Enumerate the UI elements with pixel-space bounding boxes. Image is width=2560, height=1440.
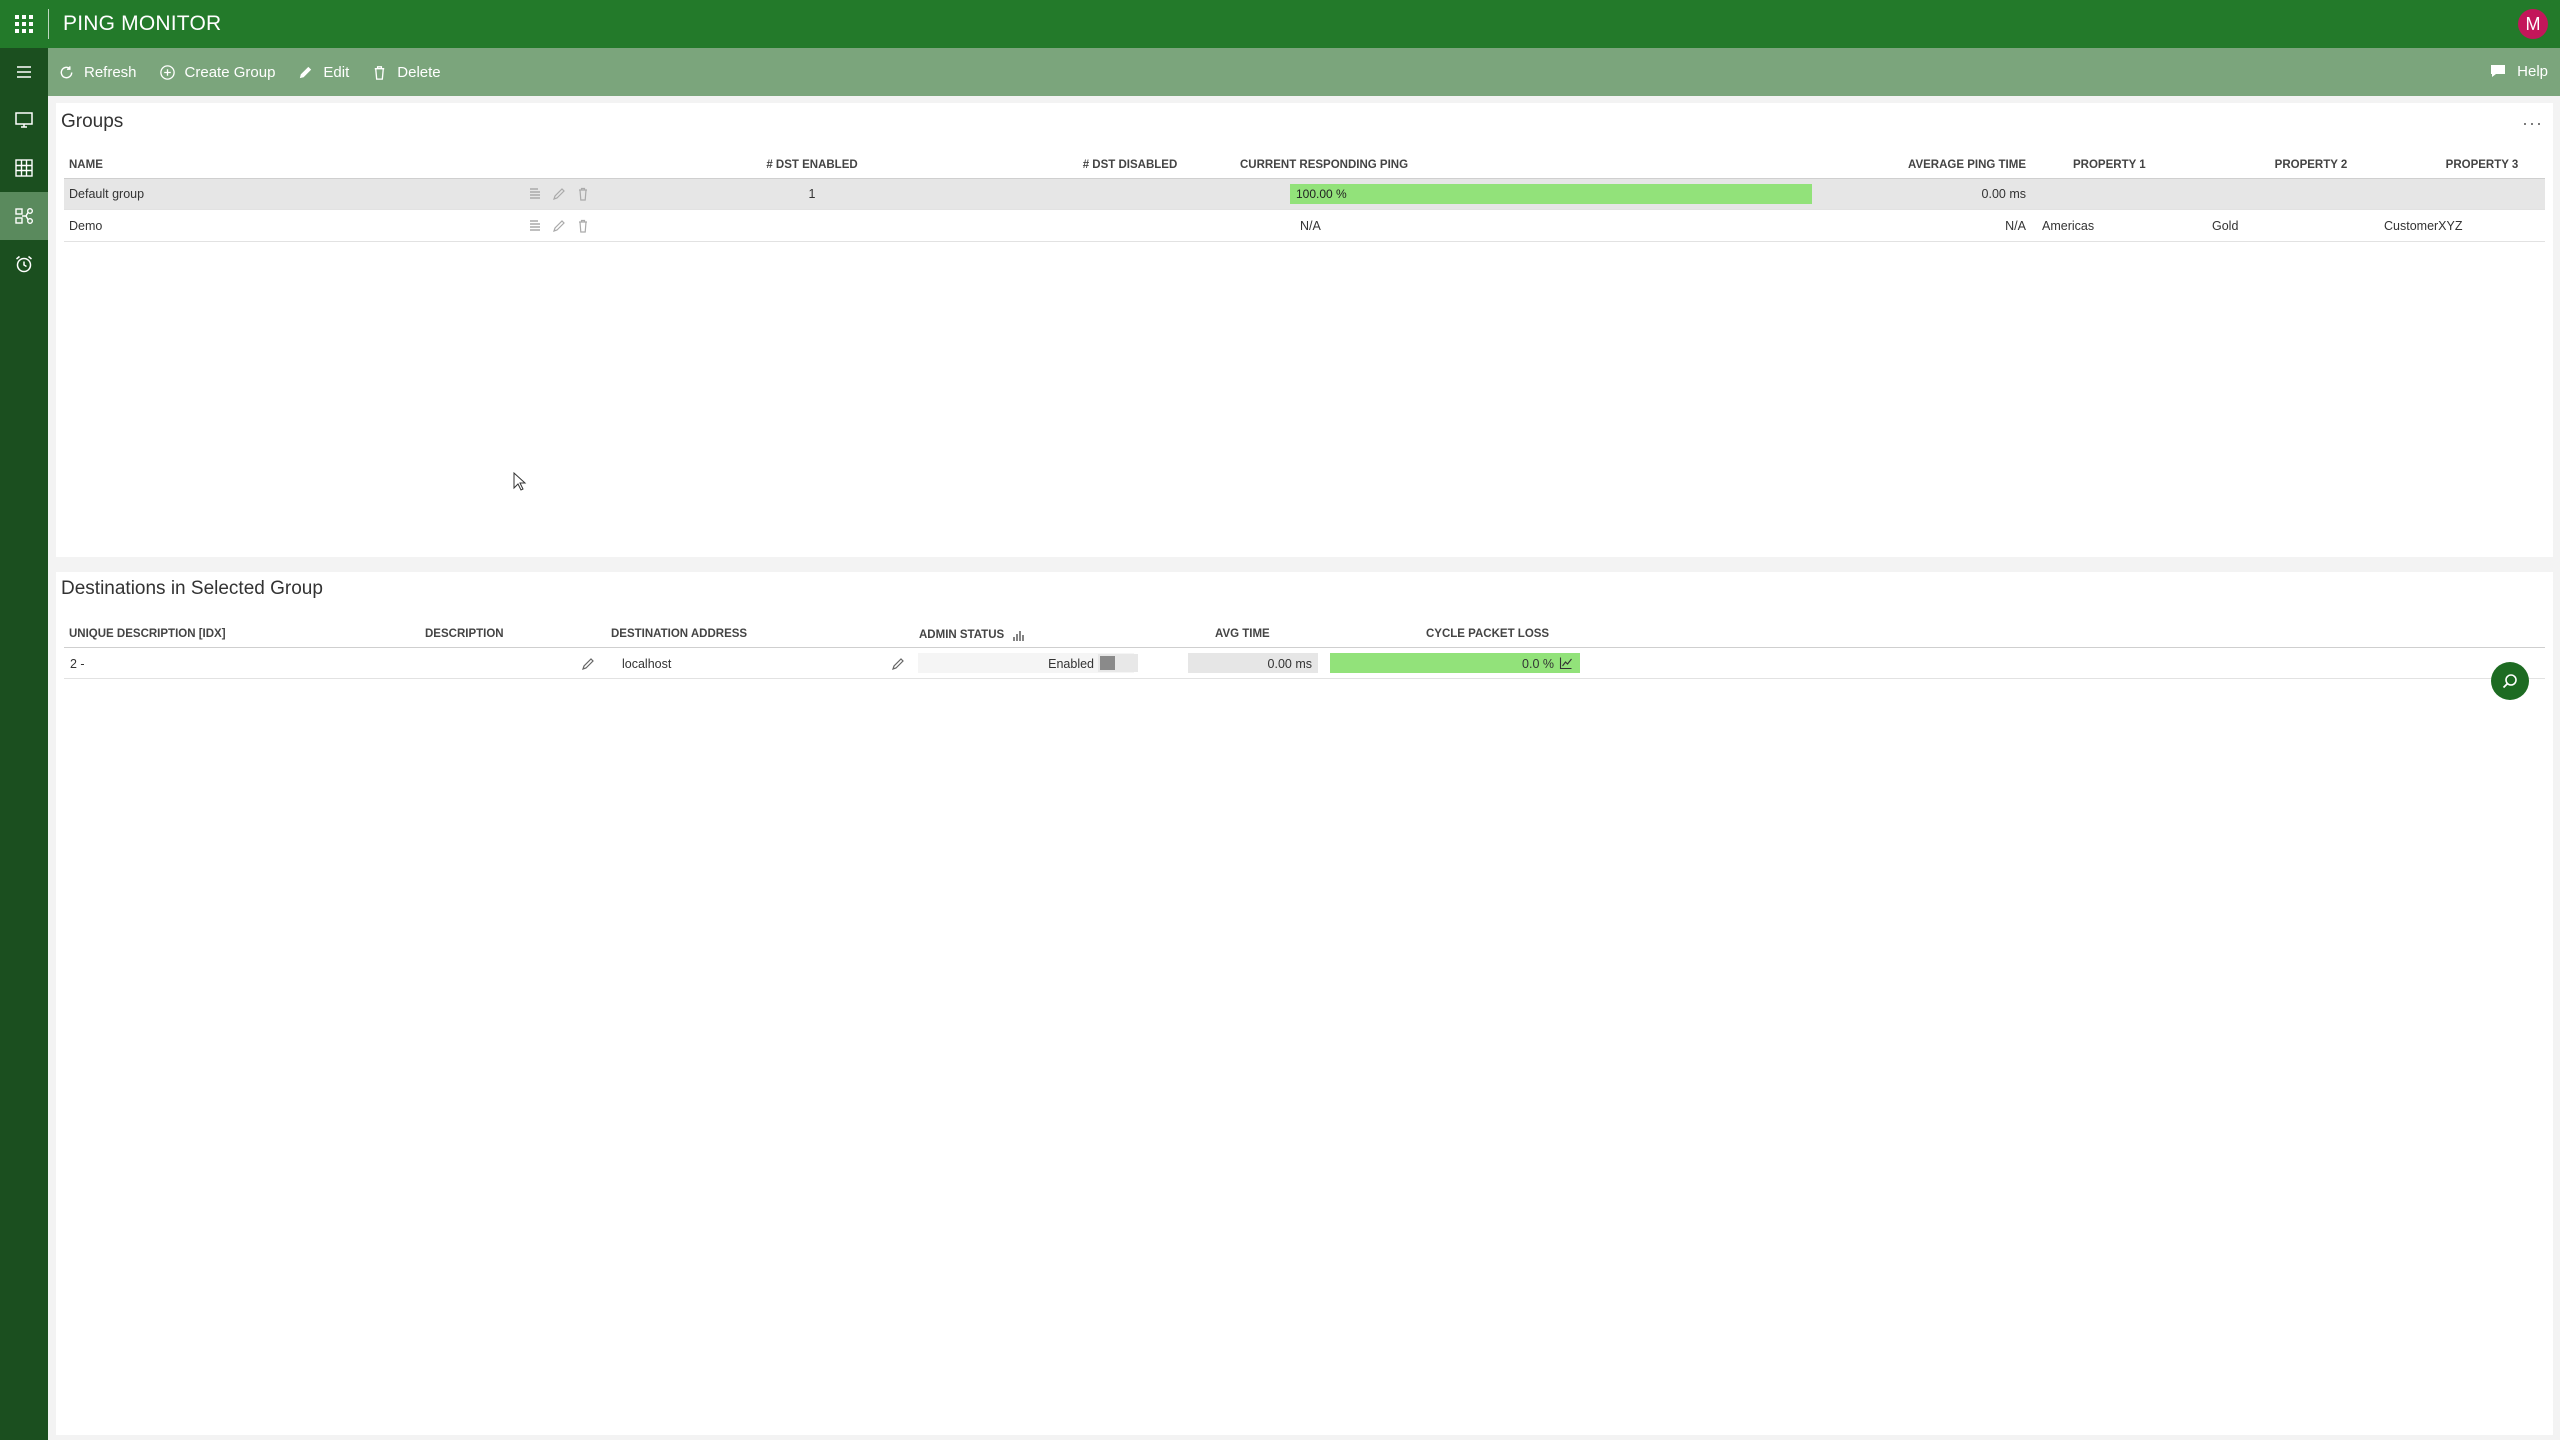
col-property-1[interactable]: PROPERTY 1 <box>2073 159 2146 171</box>
delete-label: Delete <box>397 63 441 81</box>
col-name[interactable]: NAME <box>69 159 103 171</box>
help-button[interactable]: Help <box>2489 62 2548 80</box>
pencil-icon <box>300 66 312 78</box>
current-ping-value: 100.00 % <box>1296 187 1347 201</box>
col-admin-status[interactable]: ADMIN STATUS <box>919 628 1026 642</box>
details-icon[interactable] <box>527 218 543 234</box>
help-chat-icon <box>2491 65 2506 77</box>
network-groups-icon[interactable] <box>0 192 48 240</box>
bar-chart-icon[interactable] <box>1012 628 1026 642</box>
trend-chart-icon[interactable] <box>1559 656 1573 670</box>
edit-label: Edit <box>323 63 350 81</box>
admin-status-cell: Enabled <box>918 653 1138 673</box>
create-group-label: Create Group <box>184 63 276 81</box>
col-property-3[interactable]: PROPERTY 3 <box>2382 159 2560 171</box>
add-circle-icon <box>159 64 175 80</box>
trash-icon[interactable] <box>575 218 591 234</box>
search-icon <box>2502 674 2517 689</box>
delete-button[interactable]: Delete <box>371 63 441 81</box>
current-ping-value: N/A <box>1300 219 1321 233</box>
col-destination-address[interactable]: DESTINATION ADDRESS <box>611 628 747 640</box>
col-current-ping[interactable]: CURRENT RESPONDING PING <box>1240 159 1408 171</box>
title-bar: PING MONITOR M <box>0 0 2560 48</box>
row-actions <box>527 218 591 234</box>
cycle-packet-loss-bar: 0.0 % <box>1330 653 1580 673</box>
groups-title: Groups <box>61 111 124 132</box>
destinations-title: Destinations in Selected Group <box>61 578 323 599</box>
search-fab-button[interactable] <box>2491 662 2529 700</box>
col-description[interactable]: DESCRIPTION <box>425 628 504 640</box>
command-bar: Refresh Create Group Edit Delete Help <box>48 48 2560 96</box>
app-launcher-icon[interactable] <box>0 0 48 48</box>
trash-icon[interactable] <box>575 186 591 202</box>
edit-address-pencil-icon[interactable] <box>890 656 906 672</box>
col-cycle-packet-loss[interactable]: CYCLE PACKET LOSS <box>1426 628 1549 640</box>
group-property-2: Gold <box>2212 219 2239 233</box>
group-row[interactable]: Demo N/A N/A Americas Gold CustomerXYZ <box>64 211 2545 242</box>
col-dst-enabled[interactable]: # DST ENABLED <box>712 159 912 171</box>
destinations-panel: Destinations in Selected Group UNIQUE DE… <box>56 572 2553 1435</box>
col-unique-description[interactable]: UNIQUE DESCRIPTION [IDX] <box>69 628 226 640</box>
user-avatar[interactable]: M <box>2518 9 2548 39</box>
group-property-1: Americas <box>2042 219 2095 233</box>
hamburger-menu-icon[interactable] <box>0 48 48 96</box>
admin-status-toggle[interactable] <box>1098 654 1138 672</box>
pencil-icon[interactable] <box>551 186 567 202</box>
details-icon[interactable] <box>527 186 543 202</box>
monitor-icon[interactable] <box>0 96 48 144</box>
refresh-icon <box>60 65 73 78</box>
group-avg-ping: N/A <box>2005 219 2026 233</box>
avg-time-value: 0.00 ms <box>1267 657 1312 671</box>
cycle-packet-loss-value: 0.0 % <box>1522 657 1554 671</box>
group-row[interactable]: Default group 1 100.00 % 0.00 ms <box>64 179 2545 210</box>
title-separator <box>48 9 49 39</box>
current-ping-bar-fill <box>1290 184 1812 204</box>
destination-unique-description: 2 - <box>70 657 85 671</box>
avg-time-cell: 0.00 ms <box>1188 653 1318 673</box>
edit-description-pencil-icon[interactable] <box>580 656 596 672</box>
col-avg-ping[interactable]: AVERAGE PING TIME <box>1826 159 2026 171</box>
current-ping-bar: 100.00 % <box>1290 184 1812 204</box>
col-dst-disabled[interactable]: # DST DISABLED <box>1030 159 1230 171</box>
admin-status-label: ADMIN STATUS <box>919 629 1005 641</box>
destination-address: localhost <box>622 657 672 671</box>
groups-panel: Groups ··· NAME # DST ENABLED # DST DISA… <box>56 103 2553 557</box>
row-actions <box>527 186 591 202</box>
more-options-icon[interactable]: ··· <box>2522 113 2543 134</box>
group-avg-ping: 0.00 ms <box>1981 187 2026 201</box>
destination-row[interactable]: 2 - localhost Enabled 0.00 ms 0.0 % <box>64 648 2545 679</box>
group-name: Demo <box>69 219 103 233</box>
alarm-clock-icon[interactable] <box>0 240 48 288</box>
grid-table-icon[interactable] <box>0 144 48 192</box>
left-navigation <box>0 48 48 1440</box>
refresh-label: Refresh <box>84 63 137 81</box>
group-dst-enabled: 1 <box>808 187 816 201</box>
pencil-icon[interactable] <box>551 218 567 234</box>
help-label: Help <box>2517 62 2548 80</box>
edit-button[interactable]: Edit <box>297 64 349 81</box>
mouse-cursor-icon <box>513 472 527 491</box>
trash-icon <box>375 65 385 80</box>
app-title: PING MONITOR <box>63 12 222 35</box>
group-name: Default group <box>69 187 145 201</box>
create-group-button[interactable]: Create Group <box>159 63 276 81</box>
refresh-button[interactable]: Refresh <box>58 64 137 81</box>
admin-status-value: Enabled <box>1048 657 1094 671</box>
col-property-2[interactable]: PROPERTY 2 <box>2211 159 2411 171</box>
group-property-3: CustomerXYZ <box>2384 219 2463 233</box>
col-avg-time[interactable]: AVG TIME <box>1215 628 1270 640</box>
